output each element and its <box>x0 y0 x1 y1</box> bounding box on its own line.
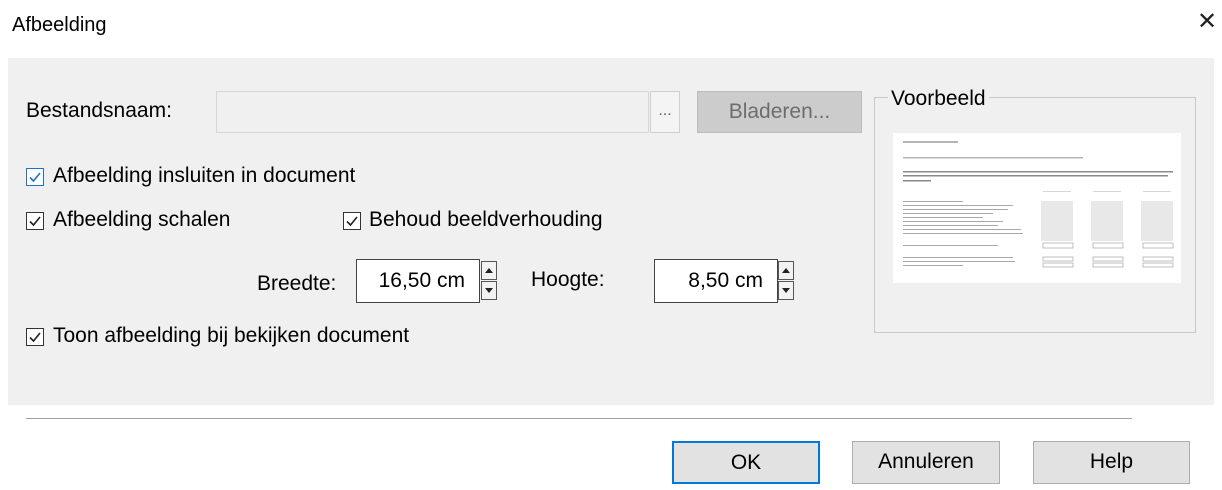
checkmark-icon <box>29 172 41 183</box>
dialog-title: Afbeelding <box>12 14 107 36</box>
show-on-view-label[interactable]: Toon afbeelding bij bekijken document <box>53 324 409 348</box>
height-decrement-button[interactable] <box>778 281 794 300</box>
height-stepper[interactable] <box>778 261 794 301</box>
preview-thumbnail <box>893 133 1181 283</box>
height-input[interactable] <box>655 260 771 302</box>
checkmark-icon <box>29 332 41 343</box>
scale-label[interactable]: Afbeelding schalen <box>53 208 230 232</box>
arrow-up-icon <box>782 268 790 273</box>
width-stepper[interactable] <box>481 261 497 301</box>
cancel-button[interactable]: Annuleren <box>852 441 1000 484</box>
scale-checkbox[interactable] <box>26 212 44 230</box>
checkmark-icon <box>29 216 41 227</box>
footer-divider <box>26 418 1132 419</box>
ok-button[interactable]: OK <box>672 441 820 484</box>
height-label: Hoogte: <box>531 268 605 291</box>
embed-label[interactable]: Afbeelding insluiten in document <box>53 164 355 188</box>
show-on-view-checkbox[interactable] <box>26 328 44 346</box>
keep-ratio-checkbox[interactable] <box>343 212 361 230</box>
ellipsis-button: ... <box>650 91 680 133</box>
filename-label: Bestandsnaam: <box>26 99 172 122</box>
help-button[interactable]: Help <box>1033 441 1190 484</box>
document-thumbnail-image <box>893 133 1181 283</box>
preview-title: Voorbeeld <box>888 87 989 111</box>
width-increment-button[interactable] <box>481 261 497 280</box>
embed-checkbox[interactable] <box>26 168 44 186</box>
arrow-down-icon <box>485 288 493 293</box>
width-input[interactable] <box>357 260 473 302</box>
checkmark-icon <box>346 216 358 227</box>
width-field[interactable] <box>356 259 480 303</box>
height-increment-button[interactable] <box>778 261 794 280</box>
keep-ratio-label[interactable]: Behoud beeldverhouding <box>369 208 603 232</box>
arrow-up-icon <box>485 268 493 273</box>
filename-field <box>216 91 649 133</box>
width-label: Breedte: <box>257 272 337 295</box>
height-field[interactable] <box>654 259 778 303</box>
width-decrement-button[interactable] <box>481 281 497 300</box>
close-icon[interactable]: ✕ <box>1197 10 1217 34</box>
browse-button: Bladeren... <box>697 91 862 133</box>
arrow-down-icon <box>782 288 790 293</box>
